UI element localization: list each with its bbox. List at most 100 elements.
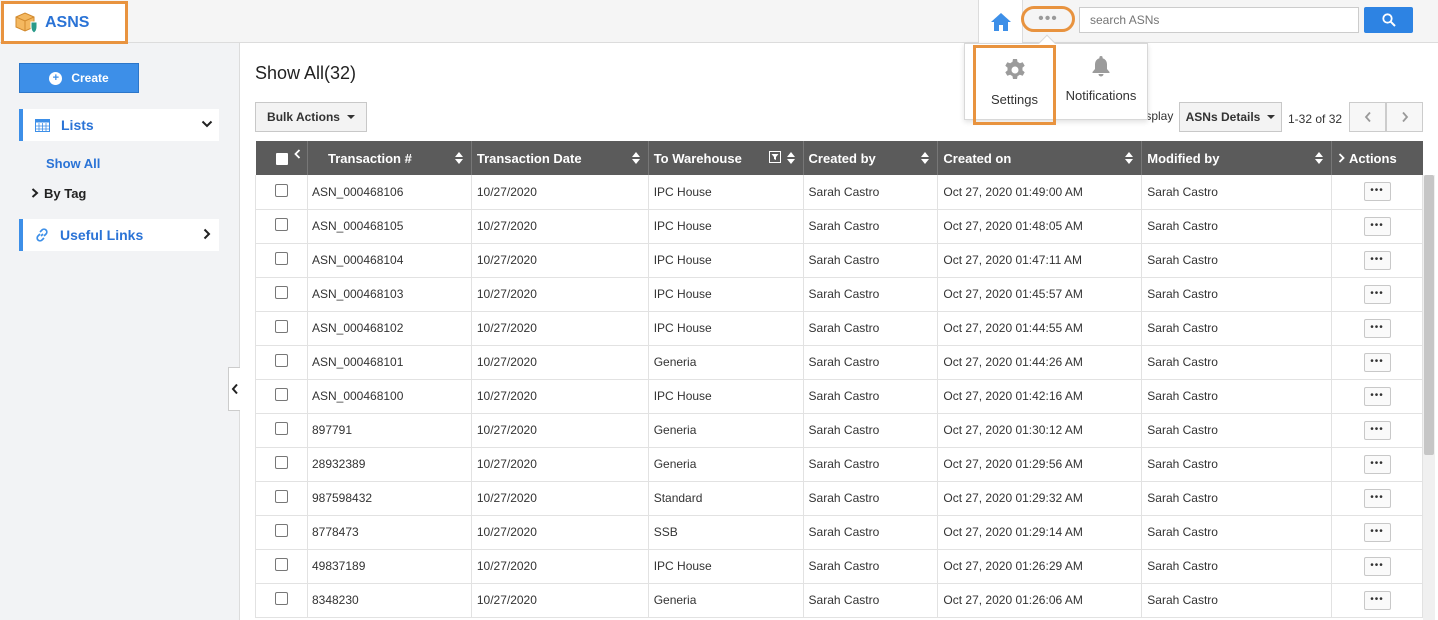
row-checkbox[interactable] [274, 490, 288, 503]
table-row[interactable]: 28932389 10/27/2020 Generia Sarah Castro Oct… [255, 447, 1423, 482]
search-button[interactable] [1364, 7, 1413, 33]
table-header-row: Transaction # Transaction Date To Wareho… [255, 141, 1423, 175]
select-all-checkbox[interactable] [275, 153, 288, 166]
row-actions-button[interactable]: ••• [1363, 556, 1391, 576]
row-checkbox[interactable] [274, 592, 288, 605]
table-row[interactable]: ASN_000468103 10/27/2020 IPC House Sarah Ca… [255, 277, 1423, 312]
chevron-right-icon [31, 188, 39, 198]
sort-icon[interactable] [921, 152, 930, 164]
prev-page-button[interactable] [1349, 102, 1386, 132]
row-actions-button[interactable]: ••• [1363, 216, 1391, 236]
modified-by-cell: Sarah Castro [1141, 583, 1332, 618]
row-actions-button[interactable]: ••• [1363, 488, 1391, 508]
table-row[interactable]: ASN_000468104 10/27/2020 IPC House Sarah Ca… [255, 243, 1423, 278]
menu-item-notifications[interactable]: Notifications [1059, 44, 1143, 121]
row-checkbox[interactable] [274, 354, 288, 367]
transaction-number-cell: 8778473 [307, 515, 472, 550]
sort-icon[interactable] [786, 152, 795, 164]
sidebar-section-useful-links[interactable]: Useful Links [19, 219, 219, 251]
settings-label: Settings [991, 92, 1038, 107]
column-header-actions[interactable]: Actions [1331, 141, 1423, 175]
sort-icon[interactable] [631, 152, 640, 164]
row-actions-button[interactable]: ••• [1363, 318, 1391, 338]
column-header-modified-by[interactable]: Modified by [1141, 141, 1332, 175]
to-warehouse-cell: IPC House [648, 175, 804, 210]
app-brand[interactable]: ASNS [1, 1, 128, 44]
row-checkbox[interactable] [274, 252, 288, 265]
sidebar-section-lists[interactable]: Lists [19, 109, 219, 141]
table-row[interactable]: ASN_000468105 10/27/2020 IPC House Sarah Ca… [255, 209, 1423, 244]
row-checkbox[interactable] [274, 558, 288, 571]
row-select-cell [255, 311, 308, 346]
table-row[interactable]: 49837189 10/27/2020 IPC House Sarah Castro O… [255, 549, 1423, 584]
transaction-date-cell: 10/27/2020 [471, 243, 649, 278]
row-checkbox[interactable] [274, 320, 288, 333]
row-actions-button[interactable]: ••• [1363, 420, 1391, 440]
column-header-transaction-date[interactable]: Transaction Date [471, 141, 649, 175]
row-actions-cell: ••• [1331, 243, 1423, 278]
table-row[interactable]: ASN_000468101 10/27/2020 Generia Sarah Cast… [255, 345, 1423, 380]
row-checkbox[interactable] [274, 286, 288, 299]
column-header-to-warehouse[interactable]: To Warehouse [648, 141, 804, 175]
home-button[interactable] [978, 0, 1023, 43]
table-row[interactable]: ASN_000468100 10/27/2020 IPC House Sarah Ca… [255, 379, 1423, 414]
sort-icon[interactable] [1315, 152, 1323, 164]
table-body: ASN_000468106 10/27/2020 IPC House Sarah Ca… [255, 175, 1423, 618]
next-page-button[interactable] [1386, 102, 1423, 132]
row-actions-button[interactable]: ••• [1363, 182, 1391, 202]
created-by-cell: Sarah Castro [803, 379, 939, 414]
table-row[interactable]: ASN_000468102 10/27/2020 IPC House Sarah Ca… [255, 311, 1423, 346]
table-scrollbar[interactable] [1423, 175, 1435, 620]
row-checkbox[interactable] [274, 183, 288, 197]
bulk-actions-dropdown[interactable]: Bulk Actions [255, 102, 367, 132]
modified-by-cell: Sarah Castro [1141, 345, 1332, 380]
search-input[interactable] [1079, 7, 1359, 33]
sidebar-collapse-toggle[interactable] [228, 367, 240, 411]
column-header-created-by[interactable]: Created by [803, 141, 939, 175]
scrollbar-thumb[interactable] [1424, 175, 1434, 455]
row-select-cell [255, 277, 308, 312]
to-warehouse-cell: Generia [648, 447, 804, 482]
row-actions-button[interactable]: ••• [1363, 522, 1391, 542]
transaction-date-cell: 10/27/2020 [471, 311, 649, 346]
table-row[interactable]: 897791 10/27/2020 Generia Sarah Castro Oct 2… [255, 413, 1423, 448]
select-all-header[interactable] [255, 141, 308, 175]
menu-item-settings[interactable]: Settings [973, 45, 1056, 125]
row-checkbox[interactable] [274, 524, 288, 537]
table-row[interactable]: 987598432 10/27/2020 Standard Sarah Castro O… [255, 481, 1423, 516]
row-select-cell [255, 447, 308, 482]
table-row[interactable]: ASN_000468106 10/27/2020 IPC House Sarah Ca… [255, 175, 1423, 210]
row-actions-button[interactable]: ••• [1363, 250, 1391, 270]
column-header-created-on[interactable]: Created on [937, 141, 1143, 175]
row-actions-button[interactable]: ••• [1363, 386, 1391, 406]
row-checkbox[interactable] [274, 388, 288, 401]
sort-icon[interactable] [454, 152, 463, 164]
row-actions-button[interactable]: ••• [1363, 454, 1391, 474]
row-checkbox[interactable] [274, 422, 288, 435]
transaction-number-cell: 897791 [307, 413, 472, 448]
row-select-cell [255, 413, 308, 448]
chevron-left-icon[interactable] [294, 148, 301, 159]
filter-icon[interactable] [768, 151, 781, 163]
table-row[interactable]: 8348230 10/27/2020 Generia Sarah Castro Oct … [255, 583, 1423, 618]
more-options-button[interactable]: ••• [1021, 6, 1075, 32]
display-select[interactable]: ASNs Details [1179, 102, 1282, 132]
row-checkbox[interactable] [274, 218, 288, 231]
column-header-transaction-number[interactable]: Transaction # [307, 141, 472, 175]
sidebar-item-by-tag[interactable]: By Tag [31, 186, 86, 201]
sidebar-item-show-all[interactable]: Show All [46, 156, 100, 171]
to-warehouse-cell: Standard [648, 481, 804, 516]
created-by-cell: Sarah Castro [803, 515, 939, 550]
row-select-cell [255, 379, 308, 414]
row-actions-button[interactable]: ••• [1363, 590, 1391, 610]
row-actions-button[interactable]: ••• [1363, 352, 1391, 372]
create-button[interactable]: + Create [19, 63, 139, 93]
row-checkbox[interactable] [274, 456, 288, 469]
table-row[interactable]: 8778473 10/27/2020 SSB Sarah Castro Oct 27, … [255, 515, 1423, 550]
transaction-date-cell: 10/27/2020 [471, 277, 649, 312]
created-on-cell: Oct 27, 2020 01:47:11 AM [937, 243, 1143, 278]
sort-icon[interactable] [1125, 152, 1134, 164]
row-actions-button[interactable]: ••• [1363, 284, 1391, 304]
ellipsis-icon: ••• [1038, 10, 1058, 27]
modified-by-cell: Sarah Castro [1141, 413, 1332, 448]
